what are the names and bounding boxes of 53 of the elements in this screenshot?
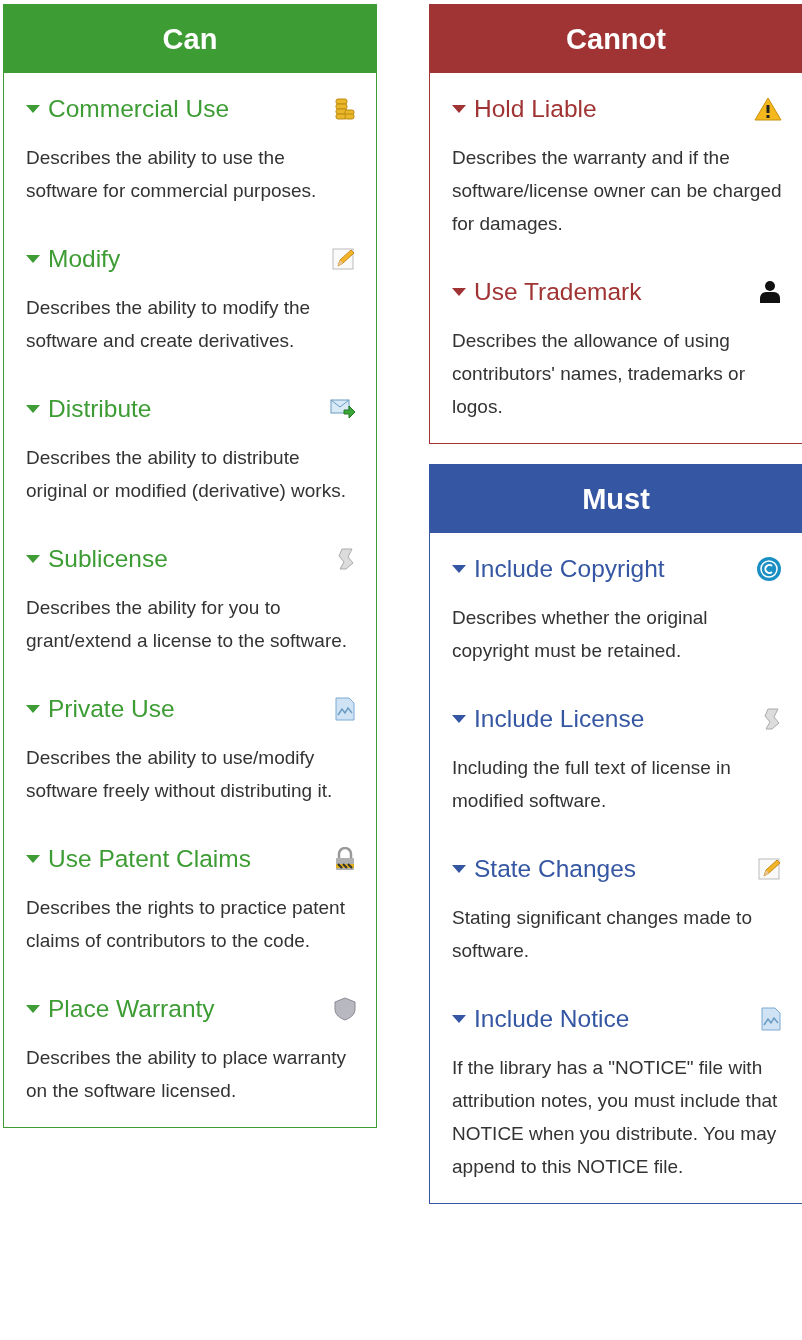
item-description: Describes the ability to place warranty on the software licensed. <box>26 1046 347 1103</box>
item-title[interactable]: State Changes <box>452 855 637 883</box>
item-description: If the library has a "NOTICE" file with attribution notes, you must include that NOTICE when you distribute. You may append to this NOTICE file. <box>452 1056 779 1179</box>
item-title[interactable]: Use Patent Claims <box>26 845 251 873</box>
caret-icon <box>26 555 40 563</box>
item-description: Describes the warranty and if the software/license owner can be charged for damages. <box>452 146 782 236</box>
item-title[interactable]: Modify <box>26 245 121 273</box>
pencil-icon <box>758 857 782 881</box>
shield-icon <box>334 997 356 1021</box>
caret-icon <box>26 855 40 863</box>
item-description: Describes the ability to distribute original or modified (derivative) works. <box>26 446 347 503</box>
coins-icon <box>334 97 356 121</box>
item-description: Describes the allowance of using contributors' names, trademarks or logos. <box>452 329 746 419</box>
item-description: Including the full text of license in modified software. <box>452 756 732 813</box>
item-title[interactable]: Include Notice <box>452 1005 630 1033</box>
item-title[interactable]: Distribute <box>26 395 152 423</box>
document-icon <box>760 1007 782 1031</box>
item-title[interactable]: Private Use <box>26 695 175 723</box>
item-description: Stating significant changes made to software. <box>452 906 753 963</box>
caret-icon <box>26 1005 40 1013</box>
caret-icon <box>452 715 466 723</box>
item-description: Describes the rights to practice patent claims of contributors to the code. <box>26 896 346 953</box>
item-title[interactable]: Include License <box>452 705 645 733</box>
panel-header: Must <box>430 465 802 533</box>
item-description: Describes the ability to use/modify software freely without distributing it. <box>26 746 334 803</box>
caret-icon <box>26 705 40 713</box>
panel-header: Cannot <box>430 5 802 73</box>
person-icon <box>758 280 782 304</box>
caret-icon <box>452 105 466 113</box>
padlock-icon <box>334 847 356 871</box>
item-description: Describes the ability to modify the software and create derivatives. <box>26 296 312 353</box>
caret-icon <box>452 288 466 296</box>
caret-icon <box>26 255 40 263</box>
warning-icon <box>754 97 782 121</box>
item-title[interactable]: Include Copyright <box>452 555 665 583</box>
item-description: Describes the ability to use the software for commercial purposes. <box>26 146 318 203</box>
item-title[interactable]: Use Trademark <box>452 278 642 306</box>
envelope-arrow-icon <box>330 398 356 420</box>
caret-icon <box>452 565 466 573</box>
item-title[interactable]: Hold Liable <box>452 95 597 123</box>
item-title[interactable]: Commercial Use <box>26 95 230 123</box>
item-description: Describes the ability for you to grant/extend a license to the software. <box>26 596 349 653</box>
caret-icon <box>452 1015 466 1023</box>
caret-icon <box>26 105 40 113</box>
item-title[interactable]: Sublicense <box>26 545 168 573</box>
item-title[interactable]: Place Warranty <box>26 995 215 1023</box>
item-description: Describes whether the original copyright must be retained. <box>452 606 709 663</box>
copyright-icon <box>756 556 782 582</box>
pencil-icon <box>332 247 356 271</box>
document-icon <box>334 697 356 721</box>
panel-header: Can <box>4 5 376 73</box>
caret-icon <box>26 405 40 413</box>
caret-icon <box>452 865 466 873</box>
